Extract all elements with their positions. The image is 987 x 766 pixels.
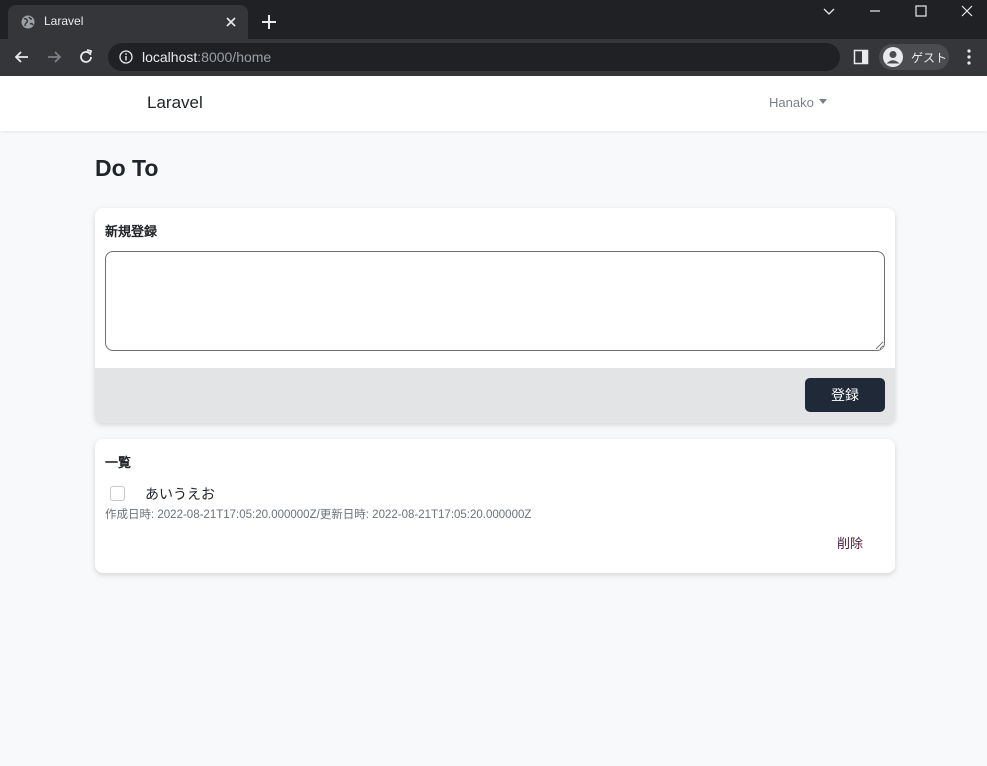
browser-toolbar: localhost:8000/home ゲスト [0, 39, 987, 76]
brand-link[interactable]: Laravel [147, 93, 203, 113]
submit-button[interactable]: 登録 [805, 378, 885, 412]
caret-down-icon [818, 99, 827, 104]
maximize-icon[interactable] [907, 4, 935, 20]
page-title: Do To [95, 155, 159, 181]
todo-checkbox[interactable] [110, 486, 125, 501]
delete-button[interactable]: 削除 [837, 533, 863, 552]
browser-tab[interactable]: Laravel [8, 5, 248, 39]
forward-icon[interactable] [45, 48, 63, 66]
url-text: localhost:8000/home [142, 49, 271, 65]
todo-item-timestamps: 作成日時: 2022-08-21T17:05:20.000000Z/更新日時: … [105, 509, 532, 521]
todo-list-header: 一覧 [105, 456, 132, 471]
info-icon[interactable] [119, 50, 133, 64]
avatar-icon [883, 47, 903, 67]
todo-textarea[interactable] [105, 251, 885, 351]
new-todo-header: 新規登録 [105, 225, 158, 240]
url-path: :8000/home [197, 49, 272, 65]
minimize-icon[interactable] [861, 4, 889, 20]
user-dropdown[interactable]: Hanako [769, 95, 827, 110]
chevron-down-icon[interactable] [815, 4, 843, 20]
user-name: Hanako [769, 95, 814, 110]
globe-icon [21, 15, 35, 29]
side-panel-icon[interactable] [853, 49, 869, 65]
app-navbar: Laravel Hanako [0, 76, 987, 131]
card-footer: 登録 [95, 368, 895, 423]
close-window-icon[interactable] [953, 4, 981, 20]
todo-item-text: あいうえお [145, 487, 215, 503]
new-tab-icon[interactable] [261, 14, 277, 30]
close-tab-icon[interactable] [224, 15, 238, 29]
profile-button[interactable]: ゲスト [879, 44, 949, 70]
profile-label: ゲスト [911, 51, 948, 65]
kebab-menu-icon[interactable] [960, 48, 978, 66]
back-icon[interactable] [13, 48, 31, 66]
todo-list-card: 一覧 あいうえお 作成日時: 2022-08-21T17:05:20.00000… [95, 439, 895, 573]
tab-title: Laravel [44, 14, 84, 28]
address-bar[interactable]: localhost:8000/home [108, 43, 840, 71]
url-host: localhost [142, 49, 198, 65]
new-todo-card: 新規登録 登録 [95, 208, 895, 423]
browser-tab-bar: Laravel [0, 0, 987, 39]
reload-icon[interactable] [77, 48, 95, 66]
